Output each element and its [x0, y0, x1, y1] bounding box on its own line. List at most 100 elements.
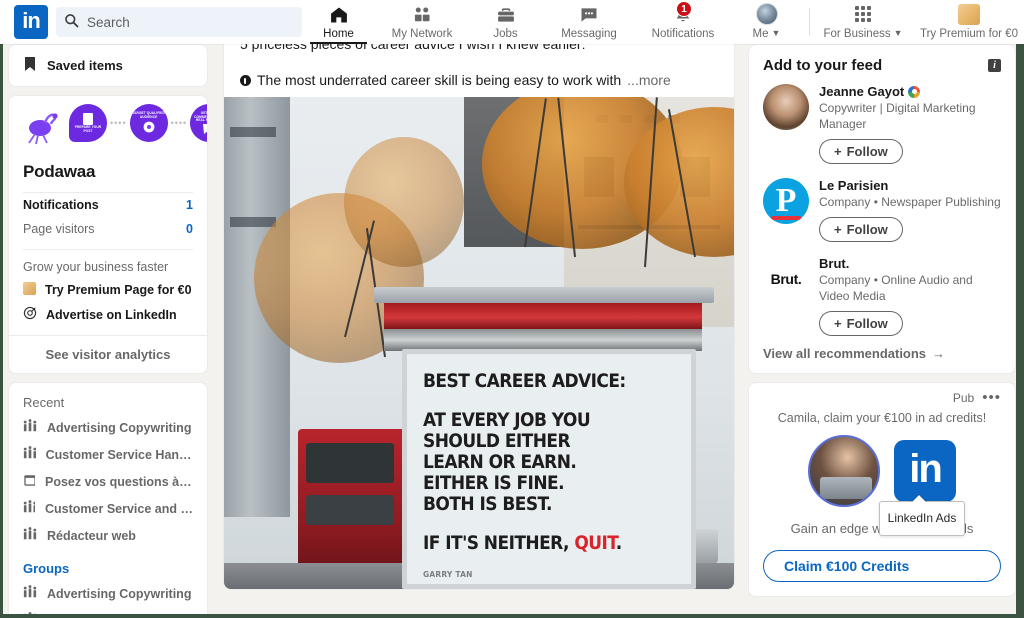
suggestion-name[interactable]: Le Parisien — [819, 178, 1001, 193]
groups-item-0-label: Advertising Copywriting — [47, 586, 192, 601]
info-icon[interactable]: i — [988, 59, 1001, 72]
photo-shelter-band — [384, 303, 702, 329]
page-stat-visitors-label: Page visitors — [23, 222, 95, 236]
nav-label-me: Me ▼ — [753, 26, 781, 41]
page-stat-visitors[interactable]: Page visitors 0 — [9, 217, 207, 241]
avatar-icon — [755, 3, 778, 25]
follow-button-brut[interactable]: + Follow — [819, 311, 903, 336]
page-flow-graphic: PREPARE YOUR POST •••• TARGET QUALIFIED … — [69, 104, 207, 142]
see-visitor-analytics-button[interactable]: See visitor analytics — [9, 335, 207, 373]
flow-node-2-caption: TARGET QUALIFIED AUDIENCE — [132, 111, 165, 119]
nav-item-try-premium[interactable]: Try Premium for €0 — [910, 0, 1024, 44]
nav-item-messaging[interactable]: Messaging — [542, 0, 636, 44]
billboard-heading: BEST CAREER ADVICE: — [423, 371, 626, 392]
flow-connector-1: •••• — [110, 118, 127, 128]
suggestion-body: Brut. Company • Online Audio and Video M… — [819, 256, 1001, 336]
recent-item-2[interactable]: Posez vos questions à un Maît... — [9, 468, 207, 495]
left-sidebar: Saved items PREPARE YOUR POST •••• TARGE… — [8, 44, 208, 618]
notifications-badge: 1 — [676, 1, 692, 17]
recent-item-0-label: Advertising Copywriting — [47, 420, 192, 435]
billboard-panel: BEST CAREER ADVICE: AT EVERY JOB YOU SHO… — [407, 354, 691, 584]
flow-connector-2: •••• — [170, 118, 188, 128]
see-more-button[interactable]: ...more — [627, 70, 671, 90]
billboard-body-line-4: BOTH IS BEST. — [423, 494, 552, 515]
recent-item-4[interactable]: Rédacteur web — [9, 522, 207, 549]
suggestion-name[interactable]: Jeanne Gayot — [819, 84, 1001, 99]
recent-item-0[interactable]: Advertising Copywriting — [9, 414, 207, 441]
linkedin-feed-page: in Home My Network — [0, 0, 1024, 618]
groups-title[interactable]: Groups — [9, 549, 207, 580]
for-business-label: For Business — [823, 28, 891, 40]
grow-item-advertise-label: Advertise on LinkedIn — [46, 307, 177, 322]
follow-button-le-parisien[interactable]: + Follow — [819, 217, 903, 242]
post-text-line-2-row: The most underrated career skill is bein… — [240, 70, 718, 90]
nav-label-try-premium: Try Premium for €0 — [920, 27, 1018, 40]
suggestion-body: Le Parisien Company • Newspaper Publishi… — [819, 178, 1001, 242]
suggestion-name[interactable]: Brut. — [819, 256, 1001, 271]
grow-item-advertise[interactable]: Advertise on LinkedIn — [9, 302, 207, 335]
add-to-feed-header: Add to your feed i — [749, 45, 1015, 80]
suggestion-body: Jeanne Gayot Copywriter | Digital Market… — [819, 84, 1001, 164]
view-all-recommendations-button[interactable]: View all recommendations → — [749, 336, 1015, 373]
groups-item-0[interactable]: Advertising Copywriting — [9, 580, 207, 607]
search-input[interactable] — [87, 14, 277, 30]
nav-item-for-business[interactable]: For Business ▼ — [816, 0, 910, 44]
page-stat-notifications-label: Notifications — [23, 198, 99, 212]
grow-item-premium-label: Try Premium Page for €0 — [45, 283, 192, 297]
follow-button-jeanne-gayot[interactable]: + Follow — [819, 139, 903, 164]
billboard-body-line-2: LEARN OR EARN. — [423, 452, 577, 473]
billboard-closing-suffix: . — [615, 533, 623, 554]
premium-tile-icon-small — [23, 282, 36, 298]
saved-items-label: Saved items — [47, 58, 123, 73]
recent-item-3[interactable]: Customer Service and CX Cha... — [9, 495, 207, 522]
nav-label-notifications: Notifications — [651, 27, 715, 40]
nav-label-messaging: Messaging — [561, 27, 617, 40]
plus-icon: + — [834, 222, 842, 237]
post-image[interactable]: BEST CAREER ADVICE: AT EVERY JOB YOU SHO… — [224, 97, 734, 589]
billboard-body: AT EVERY JOB YOU SHOULD EITHER LEARN OR … — [423, 410, 655, 515]
nav-label-for-business: For Business ▼ — [823, 26, 902, 41]
claim-credits-button[interactable]: Claim €100 Credits — [763, 550, 1001, 582]
nav-item-notifications[interactable]: 1 Notifications — [636, 0, 730, 44]
billboard-body-line-1: SHOULD EITHER — [423, 431, 571, 452]
nav-item-home[interactable]: Home — [302, 0, 375, 44]
ad-card: Pub ••• Camila, claim your €100 in ad cr… — [748, 382, 1016, 597]
suggestion-le-parisien: P Le Parisien Company • Newspaper Publis… — [749, 174, 1015, 242]
saved-items-row[interactable]: Saved items — [9, 45, 207, 86]
avatar[interactable]: P — [763, 178, 809, 224]
nav-item-jobs[interactable]: Jobs — [469, 0, 542, 44]
linkedin-logo[interactable]: in — [14, 5, 48, 39]
info-bullet-icon — [240, 75, 251, 86]
recent-item-1-label: Customer Service Handling — [45, 447, 193, 462]
flow-node-1: PREPARE YOUR POST — [69, 104, 107, 142]
page-stat-notifications[interactable]: Notifications 1 — [9, 193, 207, 217]
plus-icon: + — [834, 144, 842, 159]
suggestion-name-text: Brut. — [819, 256, 850, 271]
photo-tree-4 — [344, 137, 464, 267]
le-parisien-logo-letter: P — [775, 182, 797, 219]
recent-item-1[interactable]: Customer Service Handling — [9, 441, 207, 468]
page-name[interactable]: Podawaa — [9, 158, 207, 192]
grow-item-premium[interactable]: Try Premium Page for €0 — [9, 278, 207, 302]
billboard-frame: BEST CAREER ADVICE: AT EVERY JOB YOU SHO… — [402, 349, 696, 589]
add-to-feed-title: Add to your feed — [763, 57, 883, 74]
plus-icon: + — [834, 316, 842, 331]
nav-label-jobs: Jobs — [493, 27, 518, 40]
billboard-credit: GARRY TAN — [423, 570, 473, 579]
flow-node-2: TARGET QUALIFIED AUDIENCE — [129, 104, 168, 142]
avatar[interactable]: Brut. — [763, 256, 809, 302]
saved-items-card: Saved items — [8, 44, 208, 87]
more-options-icon[interactable]: ••• — [982, 390, 1001, 405]
billboard-body-line-0: AT EVERY JOB YOU — [423, 410, 591, 431]
nav-item-me[interactable]: Me ▼ — [730, 0, 803, 44]
brut-logo-text: Brut. — [770, 271, 802, 287]
nav-label-home: Home — [323, 27, 354, 40]
arrow-right-icon: → — [932, 346, 946, 361]
briefcase-icon — [496, 4, 516, 26]
nav-divider — [809, 8, 810, 36]
avatar[interactable] — [763, 84, 809, 130]
search-box[interactable] — [56, 7, 302, 37]
premium-tile-icon — [958, 4, 980, 26]
recent-title: Recent — [23, 395, 65, 410]
nav-item-my-network[interactable]: My Network — [375, 0, 469, 44]
